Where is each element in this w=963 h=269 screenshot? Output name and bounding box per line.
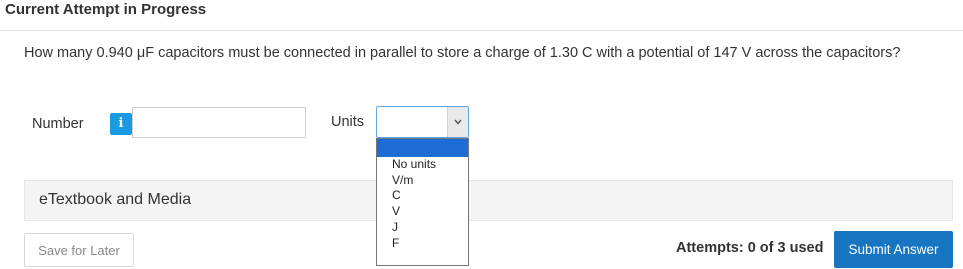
- header-title: Current Attempt in Progress: [5, 1, 207, 18]
- etextbook-panel[interactable]: eTextbook and Media: [24, 180, 953, 221]
- save-for-later-button[interactable]: Save for Later: [24, 233, 134, 267]
- question-text: How many 0.940 μF capacitors must be con…: [24, 45, 901, 61]
- units-option[interactable]: F: [377, 236, 468, 252]
- number-input[interactable]: [132, 107, 306, 138]
- submit-answer-button[interactable]: Submit Answer: [834, 231, 953, 268]
- info-icon[interactable]: i: [110, 113, 132, 135]
- units-select[interactable]: [376, 106, 469, 138]
- units-label: Units: [331, 114, 365, 130]
- units-option[interactable]: No units: [377, 157, 468, 173]
- units-option[interactable]: J: [377, 220, 468, 236]
- etextbook-label: eTextbook and Media: [39, 191, 192, 208]
- units-option[interactable]: V/m: [377, 173, 468, 189]
- attempt-header: Current Attempt in Progress: [0, 0, 963, 31]
- units-option[interactable]: C: [377, 188, 468, 204]
- units-option-blank[interactable]: [377, 139, 468, 157]
- units-dropdown-list: No units V/m C V J F: [376, 138, 469, 266]
- units-option[interactable]: V: [377, 204, 468, 220]
- chevron-down-icon[interactable]: [447, 107, 468, 137]
- number-label: Number: [32, 116, 84, 132]
- attempts-counter: Attempts: 0 of 3 used: [676, 240, 824, 256]
